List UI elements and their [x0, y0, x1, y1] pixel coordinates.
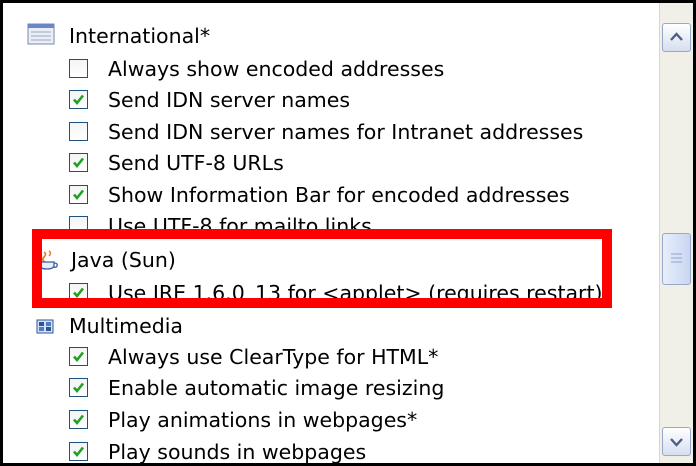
scroll-up-button[interactable] [662, 23, 691, 52]
checkbox[interactable] [69, 59, 88, 78]
setting-label: Enable automatic image resizing [108, 376, 445, 400]
setting-row[interactable]: Send IDN server names for Intranet addre… [3, 117, 659, 148]
setting-row[interactable]: Send IDN server names [3, 85, 659, 116]
setting-label: Play animations in webpages* [108, 408, 418, 432]
category-label: International* [69, 24, 211, 48]
setting-label: Always show encoded addresses [108, 57, 445, 81]
scroll-down-button[interactable] [662, 427, 691, 456]
checkbox-checked[interactable] [69, 442, 88, 461]
checkbox[interactable] [69, 216, 88, 235]
setting-row[interactable]: Play sounds in webpages [3, 437, 659, 463]
checkmark-icon [73, 446, 85, 458]
category-international: International* [3, 21, 659, 52]
checkbox-checked[interactable] [69, 90, 88, 109]
settings-list: International* Always show encoded addre… [3, 3, 659, 463]
setting-row[interactable]: Enable automatic image resizing [3, 373, 659, 404]
globe-settings-icon [27, 23, 55, 47]
category-label: Multimedia [69, 314, 183, 338]
checkbox-checked[interactable] [69, 410, 88, 429]
setting-row[interactable]: Always use ClearType for HTML* [3, 342, 659, 373]
checkmark-icon [73, 287, 85, 299]
java-cup-icon [37, 248, 63, 272]
category-multimedia: Multimedia [3, 311, 659, 342]
setting-row[interactable]: Use JRE 1.6.0_13 for <applet> (requires … [3, 278, 659, 309]
scroll-thumb[interactable] [662, 233, 691, 285]
category-label: Java (Sun) [71, 248, 176, 272]
setting-label: Send IDN server names [108, 88, 351, 112]
checkbox-checked[interactable] [69, 153, 88, 172]
setting-label: Send IDN server names for Intranet addre… [108, 120, 584, 144]
setting-row[interactable]: Always show encoded addresses [3, 54, 659, 85]
checkmark-icon [73, 94, 85, 106]
setting-label: Use JRE 1.6.0_13 for <applet> (requires … [108, 281, 603, 305]
checkmark-icon [73, 189, 85, 201]
setting-label: Show Information Bar for encoded address… [108, 183, 570, 207]
checkbox-checked[interactable] [69, 283, 88, 302]
checkmark-icon [73, 414, 85, 426]
checkmark-icon [73, 382, 85, 394]
checkmark-icon [73, 157, 85, 169]
checkbox-checked[interactable] [69, 185, 88, 204]
settings-panel: International* Always show encoded addre… [0, 0, 696, 466]
setting-row[interactable]: Send UTF-8 URLs [3, 148, 659, 179]
setting-label: Send UTF-8 URLs [108, 151, 284, 175]
setting-label: Play sounds in webpages [108, 440, 367, 463]
checkbox-checked[interactable] [69, 347, 88, 366]
checkbox-checked[interactable] [69, 378, 88, 397]
setting-row[interactable]: Play animations in webpages* [3, 405, 659, 436]
category-java: Java (Sun) [3, 245, 659, 276]
checkmark-icon [73, 351, 85, 363]
setting-row[interactable]: Use UTF-8 for mailto links [3, 211, 659, 242]
checkbox[interactable] [69, 122, 88, 141]
setting-label: Use UTF-8 for mailto links [108, 214, 372, 238]
vertical-scrollbar[interactable] [659, 3, 693, 463]
setting-label: Always use ClearType for HTML* [108, 345, 439, 369]
chevron-up-icon [670, 32, 683, 41]
multimedia-icon [33, 314, 59, 338]
setting-row[interactable]: Show Information Bar for encoded address… [3, 180, 659, 211]
grip-icon [671, 253, 682, 263]
chevron-down-icon [670, 438, 683, 447]
